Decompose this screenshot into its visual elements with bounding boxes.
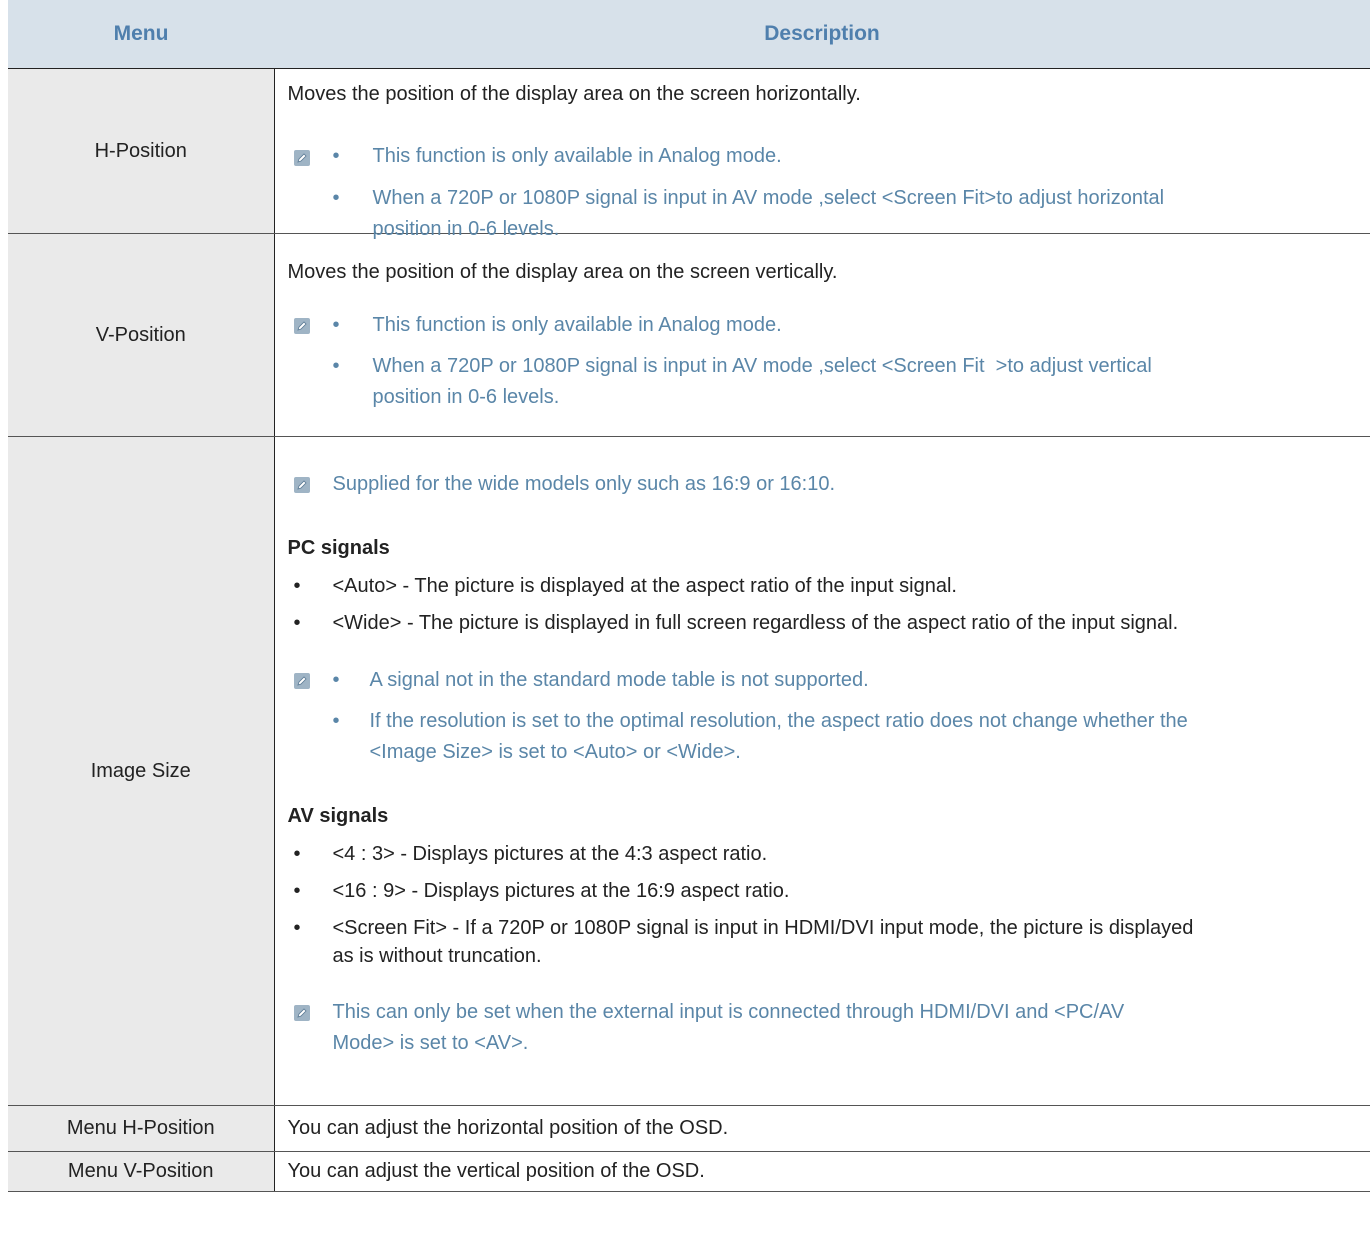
note-text: This can only be set when the external i… [332, 1001, 1125, 1023]
list-item: <Screen Fit> - If a 720P or 1080P signal… [332, 917, 1194, 939]
note-icon [293, 1005, 310, 1021]
list-item: <16 : 9> - Displays pictures at the 16:9… [332, 880, 790, 902]
menu-label-image-size: Image Size [8, 436, 275, 1106]
bullet-icon: • [293, 575, 301, 597]
bullet-icon: • [332, 710, 340, 732]
list-item: <4 : 3> - Displays pictures at the 4:3 a… [332, 843, 768, 865]
menu-description-table: Menu Description H-Position Moves the po… [8, 0, 1370, 1192]
bullet-icon: • [332, 314, 340, 336]
table-row-menu-h-position: Menu H-Position You can adjust the horiz… [8, 1105, 1370, 1152]
pc-signals-heading: PC signals [287, 537, 390, 559]
bullet-icon: • [293, 612, 301, 634]
description-h-position: Moves the position of the display area o… [274, 68, 1370, 240]
table-header-row: Menu Description [8, 0, 1370, 69]
note-item: If the resolution is set to the optimal … [369, 710, 1188, 732]
note-icon [293, 673, 310, 689]
table-row-v-position: V-Position Moves the position of the dis… [8, 233, 1370, 437]
bullet-icon: • [332, 669, 340, 691]
note-text: Supplied for the wide models only such a… [332, 473, 836, 495]
note-item: This function is only available in Analo… [372, 145, 782, 167]
bullet-icon: • [293, 880, 301, 902]
description-text: Moves the position of the display area o… [287, 83, 861, 105]
list-item: <Auto> - The picture is displayed at the… [332, 575, 957, 597]
note-item-continued: <Image Size> is set to <Auto> or <Wide>. [369, 741, 741, 763]
note-item: A signal not in the standard mode table … [369, 669, 869, 691]
menu-label-menu-h-position: Menu H-Position [8, 1105, 275, 1152]
note-item: When a 720P or 1080P signal is input in … [372, 187, 1165, 209]
description-menu-v-position: You can adjust the vertical position of … [274, 1151, 1370, 1192]
bullet-icon: • [332, 145, 340, 167]
note-icon [293, 150, 310, 166]
note-item: This function is only available in Analo… [372, 314, 782, 336]
bullet-icon: • [293, 917, 301, 939]
av-signals-heading: AV signals [287, 805, 389, 827]
bullet-icon: • [293, 843, 301, 865]
header-menu: Menu [8, 0, 274, 69]
note-icon [293, 318, 310, 334]
note-item-continued: position in 0-6 levels. [372, 386, 560, 408]
description-v-position: Moves the position of the display area o… [274, 233, 1370, 437]
menu-label-h-position: H-Position [8, 68, 275, 234]
bullet-icon: • [332, 187, 340, 209]
note-item: When a 720P or 1080P signal is input in … [372, 355, 1152, 377]
note-text-continued: Mode> is set to <AV>. [332, 1032, 529, 1054]
description-image-size: Supplied for the wide models only such a… [274, 436, 1370, 1106]
list-item-continued: as is without truncation. [332, 945, 542, 967]
note-icon [293, 477, 310, 493]
menu-label-menu-v-position: Menu V-Position [8, 1151, 275, 1192]
table-row-image-size: Image Size Supplied for the wide models … [8, 436, 1370, 1106]
menu-label-v-position: V-Position [8, 233, 275, 437]
bullet-icon: • [332, 355, 340, 377]
description-menu-h-position: You can adjust the horizontal position o… [274, 1105, 1370, 1152]
list-item: <Wide> - The picture is displayed in ful… [332, 612, 1179, 634]
description-text: Moves the position of the display area o… [287, 261, 838, 283]
header-description: Description [274, 0, 1370, 69]
table-row-menu-v-position: Menu V-Position You can adjust the verti… [8, 1151, 1370, 1192]
table-row-h-position: H-Position Moves the position of the dis… [8, 68, 1370, 240]
